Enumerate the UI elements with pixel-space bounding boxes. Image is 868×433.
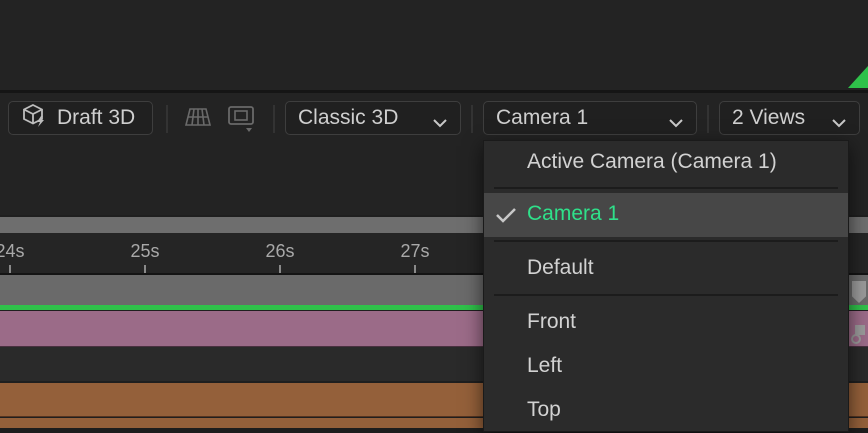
menu-separator: [494, 294, 838, 296]
menu-item-label: Front: [527, 310, 577, 333]
toolbar-separator: [273, 105, 275, 133]
ruler-tick: [279, 265, 281, 273]
menu-item-active-camera[interactable]: Active Camera (Camera 1): [484, 141, 848, 185]
menu-separator: [494, 187, 838, 189]
menu-item-left[interactable]: Left: [484, 345, 848, 389]
menu-item-top[interactable]: Top: [484, 389, 848, 433]
menu-item-label: Active Camera (Camera 1): [527, 150, 777, 173]
ruler-tick-label: 26s: [265, 241, 295, 261]
ruler-tick: [9, 265, 11, 273]
view-options-icon[interactable]: [226, 105, 258, 140]
ruler-tick-label: 24s: [0, 241, 25, 261]
composition-viewer: [0, 0, 868, 90]
ruler-tick-label: 27s: [400, 241, 430, 261]
views-select[interactable]: 2 Views: [719, 101, 860, 135]
viewer-corner-marker: [848, 66, 868, 88]
chevron-down-icon: [831, 111, 847, 135]
ruler-tick: [144, 265, 146, 273]
renderer-select[interactable]: Classic 3D: [285, 101, 461, 135]
renderer-select-value: Classic 3D: [298, 106, 399, 129]
chevron-down-icon: [668, 111, 684, 135]
checkmark-icon: [495, 206, 517, 230]
grid-floor-icon[interactable]: [184, 107, 212, 132]
views-select-value: 2 Views: [732, 106, 806, 129]
menu-item-camera-1[interactable]: Camera 1: [484, 193, 848, 237]
chevron-down-icon: [432, 111, 448, 135]
menu-item-label: Top: [527, 398, 561, 421]
camera-select[interactable]: Camera 1: [483, 101, 697, 135]
cube-lightning-icon: [21, 102, 47, 134]
camera-select-value: Camera 1: [496, 106, 589, 129]
layer-handle-icon[interactable]: [850, 323, 866, 350]
toolbar-separator: [166, 105, 168, 133]
ruler-tick-label: 25s: [130, 241, 160, 261]
draft-3d-button[interactable]: Draft 3D: [8, 101, 153, 135]
menu-item-default[interactable]: Default: [484, 247, 848, 291]
camera-dropdown-menu: Active Camera (Camera 1) Camera 1 Defaul…: [483, 140, 849, 432]
viewer-toolbar: Draft 3D Classic 3D Camera 1 2 Views: [0, 93, 868, 147]
ruler-tick: [414, 265, 416, 273]
menu-item-label: Default: [527, 256, 594, 279]
toolbar-separator: [471, 105, 473, 133]
menu-separator: [494, 240, 838, 242]
draft-3d-label: Draft 3D: [57, 106, 136, 129]
menu-item-label: Left: [527, 354, 563, 377]
menu-item-front[interactable]: Front: [484, 301, 848, 345]
menu-item-label: Camera 1: [527, 202, 620, 225]
toolbar-separator: [707, 105, 709, 133]
